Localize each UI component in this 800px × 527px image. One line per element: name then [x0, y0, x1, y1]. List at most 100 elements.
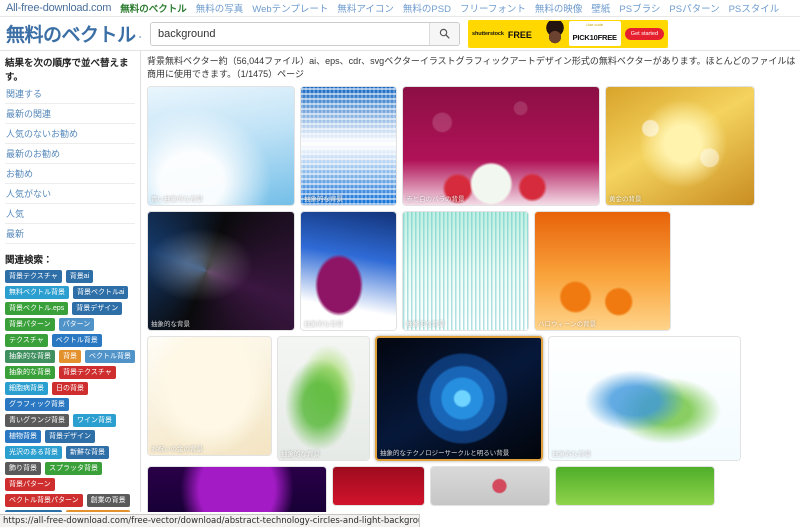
top-nav-link-2[interactable]: Webテンプレート: [252, 1, 328, 15]
related-tag-6[interactable]: 背景パターン: [5, 318, 55, 331]
top-nav-link-7[interactable]: 壁紙: [591, 1, 610, 15]
related-tag-19[interactable]: ワイン背景: [73, 414, 116, 427]
thumbnail-card[interactable]: 抽象的な背景: [147, 211, 295, 331]
related-tag-4[interactable]: 背景ベクトル.eps: [5, 302, 69, 315]
thumbnail-card[interactable]: 抽象的な背景: [300, 211, 397, 331]
top-nav-link-1[interactable]: 無料の写真: [196, 1, 244, 15]
thumbnail-image: [148, 87, 294, 205]
thumbnail-card[interactable]: ハロウィーンの背景: [534, 211, 671, 331]
related-tag-14[interactable]: 背景テクスチャ: [59, 366, 116, 379]
sort-option-7[interactable]: 最新: [5, 224, 135, 244]
related-tag-cloud: 背景テクスチャ 背景ai 無料ベクトル背景 背景ベクトルai 背景ベクトル.eps 背景デ…: [5, 270, 135, 512]
search-bar: 無料のベクトル· shutterstock 10 FREE IMAGES Use…: [0, 17, 800, 51]
sort-option-5[interactable]: 人気がない: [5, 184, 135, 204]
sort-option-2[interactable]: 人気のないお勧め: [5, 124, 135, 144]
thumbnail-caption: 抽象的な背景: [406, 321, 445, 328]
related-tag-21[interactable]: 背景デザイン: [45, 430, 95, 443]
page-logo[interactable]: 無料のベクトル ·: [6, 20, 142, 47]
shutterstock-ad-banner[interactable]: shutterstock 10 FREE IMAGES Use code PIC…: [468, 19, 669, 48]
related-tag-29[interactable]: 氷のような背景: [5, 510, 62, 512]
thumbnail-caption: ハロウィーンの背景: [538, 321, 597, 328]
related-tag-22[interactable]: 光沢のある背景: [5, 446, 62, 459]
search-button[interactable]: [429, 22, 460, 45]
top-nav-links: 無料のベクトル 無料の写真 Webテンプレート 無料アイコン 無料のPSD フリーフォント…: [120, 1, 779, 15]
search-icon: [439, 28, 450, 39]
thumbnail-caption: お祝いの金の背景: [151, 446, 203, 453]
sort-option-1[interactable]: 最新の関連: [5, 104, 135, 124]
related-tag-12[interactable]: ベクトル背景: [85, 350, 135, 363]
thumbnail-image: [148, 467, 326, 512]
related-tag-11[interactable]: 背景: [59, 350, 81, 363]
top-nav-link-0[interactable]: 無料のベクトル: [120, 1, 187, 15]
related-tag-24[interactable]: 飾り背景: [5, 462, 41, 475]
top-nav-link-8[interactable]: PSブラシ: [619, 1, 660, 15]
thumbnail-card[interactable]: 青い抽象的な背景: [147, 86, 295, 206]
thumbnail-image: [148, 337, 271, 455]
ad-cta-button[interactable]: Get started: [624, 27, 665, 40]
related-tag-15[interactable]: 細胞病背景: [5, 382, 48, 395]
top-nav-link-3[interactable]: 無料アイコン: [337, 1, 394, 15]
related-tag-26[interactable]: 背景パターン: [5, 478, 55, 491]
thumbnail-card[interactable]: [555, 466, 715, 506]
thumbnail-card[interactable]: 抽象的な背景: [548, 336, 741, 461]
related-tag-0[interactable]: 背景テクスチャ: [5, 270, 62, 283]
related-tag-8[interactable]: テクスチャ: [5, 334, 48, 347]
related-tag-28[interactable]: 創業の背景: [86, 494, 130, 507]
related-tag-5[interactable]: 背景デザイン: [72, 302, 123, 315]
ad-use-code-label: Use code: [586, 22, 604, 27]
thumbnail-caption: 赤と白のバラの背景: [406, 196, 465, 203]
logo-text: 無料のベクトル: [6, 25, 136, 46]
thumbnail-card[interactable]: 赤と白のバラの背景: [402, 86, 600, 206]
browser-status-bar: https://all-free-download.com/free-vecto…: [0, 514, 420, 527]
related-tag-20[interactable]: 植物背景: [5, 430, 41, 443]
thumbnail-card[interactable]: 抽象的な背景: [147, 466, 327, 512]
site-brand[interactable]: All-free-download.com: [6, 2, 111, 14]
top-nav-link-4[interactable]: 無料のPSD: [403, 1, 451, 15]
ad-headline-group: 10 FREE IMAGES: [508, 20, 541, 48]
thumbnail-card[interactable]: お祝いの金の背景: [147, 336, 272, 456]
thumbnail-card[interactable]: [430, 466, 550, 506]
related-tag-18[interactable]: 青いグランジ背景: [5, 414, 69, 427]
sort-option-0[interactable]: 関連する: [5, 84, 135, 104]
related-tag-30[interactable]: 白い正方形の背景: [66, 510, 130, 512]
related-tag-10[interactable]: 抽象的な背景: [5, 350, 55, 363]
top-nav-link-10[interactable]: PSスタイル: [729, 1, 780, 15]
results-description: 背景無料ベクター約（56,044ファイル）ai、eps、cdr、svgベクターイ…: [147, 56, 796, 79]
related-tag-16[interactable]: 日の背景: [52, 382, 88, 395]
related-tag-27[interactable]: ベクトル背景パターン: [5, 494, 83, 507]
related-tag-1[interactable]: 背景ai: [65, 270, 94, 283]
related-tag-23[interactable]: 新鮮な背景: [66, 446, 109, 459]
sort-option-6[interactable]: 人気: [5, 204, 135, 224]
related-tag-17[interactable]: グラフィック背景: [5, 398, 69, 411]
page-layout: 結果を次の順序で並べ替えます。 関連する 最新の関連 人気のないお勧め 最新のお勧めお…: [0, 51, 800, 512]
search-field-wrapper: [150, 21, 461, 46]
thumbnail-image: [556, 467, 714, 505]
ad-brand-logo: shutterstock: [472, 30, 504, 37]
related-searches-title: 関連検索：: [5, 255, 53, 266]
thumbnail-card[interactable]: 抽象的な背景: [277, 336, 370, 461]
search-input[interactable]: [151, 22, 430, 45]
sort-option-3[interactable]: 最新のお勧め: [5, 144, 135, 164]
related-tag-9[interactable]: ベクトル背景: [51, 334, 102, 347]
ad-promo-code: PICK10FREE: [572, 33, 617, 42]
related-tag-3[interactable]: 背景ベクトルai: [73, 286, 129, 299]
thumbnail-card[interactable]: 黄金の背景: [605, 86, 755, 206]
top-nav-link-9[interactable]: PSパターン: [669, 1, 719, 15]
sort-option-4[interactable]: お勧め: [5, 164, 135, 184]
thumbnail-image: [301, 212, 396, 330]
thumbnail-card[interactable]: 抽象的な背景: [300, 86, 397, 206]
thumbnail-image: [431, 467, 549, 505]
related-tag-13[interactable]: 抽象的な背景: [5, 366, 55, 379]
thumbnail-card[interactable]: 抽象的なテクノロジーサークルと明るい背景: [375, 336, 543, 461]
thumbnail-card[interactable]: 抽象的な背景: [402, 211, 529, 331]
thumbnail-card[interactable]: [332, 466, 425, 506]
related-tag-25[interactable]: スプラッタ背景: [45, 462, 102, 475]
top-nav-link-6[interactable]: 無料の映像: [535, 1, 583, 15]
thumbnail-caption: 抽象的な背景: [281, 451, 320, 458]
related-tag-7[interactable]: パターン: [58, 318, 95, 331]
top-nav-link-5[interactable]: フリーフォント: [460, 1, 526, 15]
sort-title: 結果を次の順序で並べ替えます。: [5, 58, 129, 83]
related-tag-2[interactable]: 無料ベクトル背景: [5, 286, 69, 299]
thumbnail-image: [549, 337, 740, 460]
ad-promo-code-box: Use code PICK10FREE: [568, 21, 621, 46]
